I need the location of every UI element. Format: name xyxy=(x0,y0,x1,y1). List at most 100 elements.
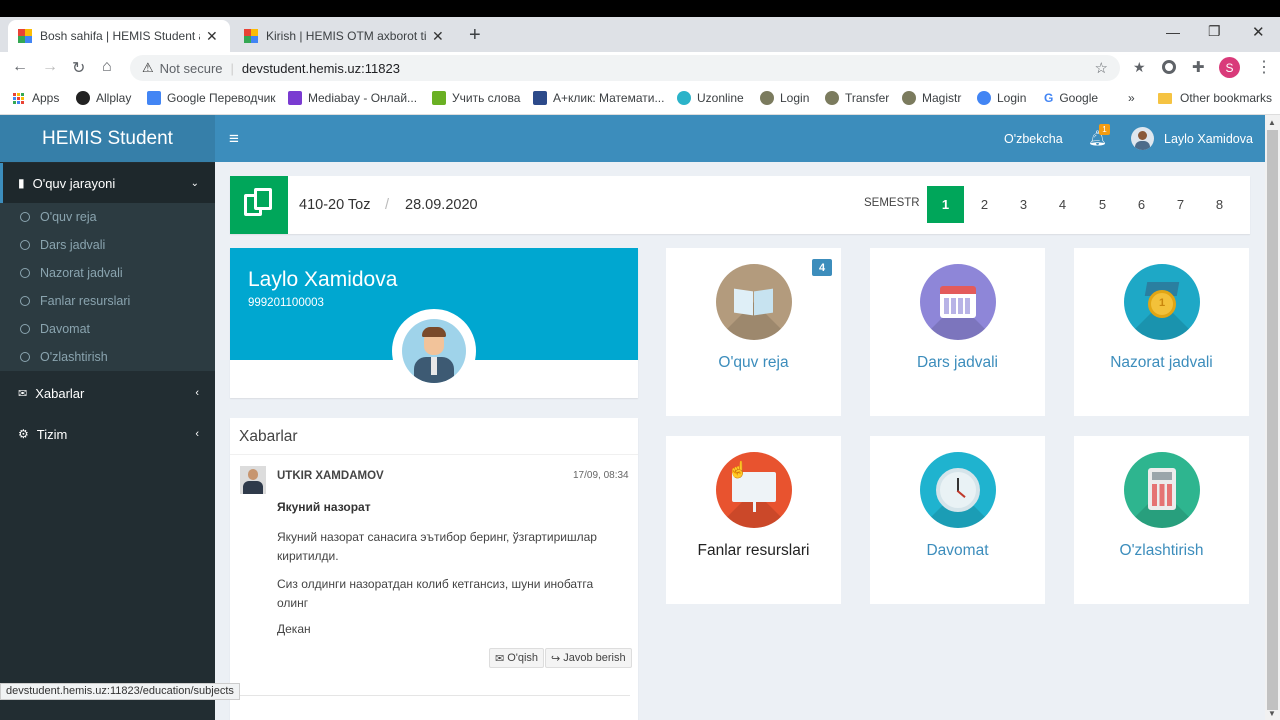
separator: / xyxy=(385,197,390,213)
other-bookmarks[interactable]: Other bookmarks xyxy=(1158,91,1272,105)
sidebar-item-tizim[interactable]: ⚙ Tizim ‹ xyxy=(0,414,215,454)
profile-avatar[interactable]: S xyxy=(1219,57,1240,78)
browser-tab-active[interactable]: Bosh sahifa | HEMIS Student axborot ✕ xyxy=(8,20,230,52)
semester-button-3[interactable]: 3 xyxy=(1005,186,1042,223)
minimize-icon[interactable]: — xyxy=(1166,24,1180,40)
semester-button-7[interactable]: 7 xyxy=(1162,186,1199,223)
sidebar-item-fanlar-resurslari[interactable]: Fanlar resurslari xyxy=(0,287,215,315)
sidebar-item-davomat[interactable]: Davomat xyxy=(0,315,215,343)
bookmark-uzonline[interactable]: Uzonline xyxy=(677,91,744,105)
semester-button-6[interactable]: 6 xyxy=(1123,186,1160,223)
bookmark-mediabay[interactable]: Mediabay - Онлай... xyxy=(288,91,417,105)
bookmark-allplay[interactable]: Allplay xyxy=(76,91,131,105)
sidebar-item-ozlashtirish[interactable]: O'zlashtirish xyxy=(0,343,215,371)
card-fanlar-resurslari[interactable]: Fanlar resurslari ☝ xyxy=(666,436,841,604)
bookmark-magistr[interactable]: Magistr xyxy=(902,91,961,105)
language-selector[interactable]: O'zbekcha xyxy=(1004,132,1063,146)
news-author[interactable]: UTKIR XAMDAMOV xyxy=(277,470,384,482)
page-scrollbar[interactable]: ▲ ▼ xyxy=(1265,115,1280,720)
home-icon[interactable]: ⌂ xyxy=(102,58,112,76)
bookmark-login[interactable]: Login xyxy=(760,91,809,105)
calendar-icon xyxy=(920,264,996,340)
date: 28.09.2020 xyxy=(405,197,478,213)
google-icon: G xyxy=(1044,91,1054,105)
button-label: Javob berish xyxy=(563,652,626,664)
close-tab-icon[interactable]: ✕ xyxy=(206,28,218,45)
semester-button-2[interactable]: 2 xyxy=(966,186,1003,223)
close-window-icon[interactable]: ✕ xyxy=(1252,23,1265,41)
restore-icon[interactable]: ❐ xyxy=(1208,23,1221,40)
card-badge: 4 xyxy=(812,259,832,276)
warning-icon: ⚠ xyxy=(142,60,154,75)
calculator-icon xyxy=(1124,452,1200,528)
bookmark-google[interactable]: G Google xyxy=(1044,91,1098,105)
reply-button[interactable]: ↪ Javob berish xyxy=(545,648,632,668)
user-name[interactable]: Laylo Xamidova xyxy=(1164,132,1253,146)
card-oquv-reja[interactable]: 4 O'quv reja xyxy=(666,248,841,416)
address-bar[interactable]: ⚠ Not secure | devstudent.hemis.uz:11823… xyxy=(130,55,1120,81)
scrollbar-thumb[interactable] xyxy=(1267,130,1278,710)
sidebar-item-xabarlar[interactable]: ✉ Xabarlar ‹ xyxy=(0,373,215,413)
bookmarks-overflow-icon[interactable]: » xyxy=(1128,91,1135,105)
hamburger-menu-icon[interactable]: ≡ xyxy=(229,129,239,149)
card-label: Nazorat jadvali xyxy=(1110,354,1213,371)
semester-button-5[interactable]: 5 xyxy=(1084,186,1121,223)
sidebar-item-label: O'zlashtirish xyxy=(40,350,108,364)
more-menu-icon[interactable]: ⋮ xyxy=(1256,57,1272,77)
bookmark-words[interactable]: Учить слова xyxy=(432,91,520,105)
star-icon[interactable]: ☆ xyxy=(1095,59,1108,77)
app-logo[interactable]: HEMIS Student xyxy=(0,115,215,162)
card-ozlashtirish[interactable]: O'zlashtirish xyxy=(1074,436,1249,604)
bookmark-translate[interactable]: Google Переводчик xyxy=(147,91,276,105)
chevron-left-icon: ‹ xyxy=(195,428,199,440)
bookmark-aklik[interactable]: A+клик: Математи... xyxy=(533,91,664,105)
mediabay-icon xyxy=(288,91,302,105)
card-dars-jadvali[interactable]: Dars jadvali xyxy=(870,248,1045,416)
reload-icon[interactable]: ↻ xyxy=(72,58,85,78)
book-icon: ▮ xyxy=(18,176,25,190)
semester-button-8[interactable]: 8 xyxy=(1201,186,1238,223)
close-tab-icon[interactable]: ✕ xyxy=(432,28,444,45)
sidebar-item-oquv-reja[interactable]: O'quv reja xyxy=(0,203,215,231)
bookmark-label: Google xyxy=(1059,91,1099,105)
gear-icon: ⚙ xyxy=(18,427,29,441)
url-text: devstudent.hemis.uz:11823 xyxy=(241,60,400,76)
bookmark-apps[interactable]: Apps xyxy=(13,91,59,105)
allplay-icon xyxy=(76,91,90,105)
reply-icon: ↪ xyxy=(551,652,561,665)
sidebar-item-label: Fanlar resurslari xyxy=(40,294,131,308)
card-label: O'zlashtirish xyxy=(1119,542,1204,559)
card-davomat[interactable]: Davomat xyxy=(870,436,1045,604)
circle-icon xyxy=(20,324,30,334)
sidebar-item-nazorat-jadvali[interactable]: Nazorat jadvali xyxy=(0,259,215,287)
card-nazorat-jadvali[interactable]: 1 Nazorat jadvali xyxy=(1074,248,1249,416)
scroll-up-icon[interactable]: ▲ xyxy=(1268,118,1276,127)
scroll-down-icon[interactable]: ▼ xyxy=(1268,709,1276,718)
news-body-2: Сиз олдинги назоратдан колиб кетгансиз, … xyxy=(277,577,594,610)
card-label: O'quv reja xyxy=(718,354,789,371)
user-avatar[interactable] xyxy=(1131,127,1154,150)
extension-icon[interactable] xyxy=(1162,60,1176,74)
divider: | xyxy=(230,60,234,76)
sidebar-item-label: Dars jadvali xyxy=(40,238,106,252)
info-bar: 410-20 Toz / 28.09.2020 SEMESTR 1 2 3 4 … xyxy=(230,176,1250,234)
bookmark-label: Google Переводчик xyxy=(167,91,276,105)
bookmark-label: Mediabay - Онлай... xyxy=(308,91,418,105)
back-icon[interactable]: ← xyxy=(12,58,28,76)
new-tab-icon[interactable]: + xyxy=(469,24,481,47)
bookmark-manager-icon[interactable]: ★ xyxy=(1133,59,1146,76)
browser-tab[interactable]: Kirish | HEMIS OTM axborot tizimi ✕ xyxy=(234,20,456,52)
sidebar-item-dars-jadvali[interactable]: Dars jadvali xyxy=(0,231,215,259)
puzzle-extensions-icon[interactable]: ✚ xyxy=(1192,58,1205,76)
bookmark-login-2[interactable]: Login xyxy=(977,91,1026,105)
aklik-icon xyxy=(533,91,547,105)
bookmark-transfer[interactable]: Transfer xyxy=(825,91,889,105)
semester-button-1[interactable]: 1 xyxy=(927,186,964,223)
semester-button-4[interactable]: 4 xyxy=(1044,186,1081,223)
read-button[interactable]: ✉ O'qish xyxy=(489,648,545,668)
profile-id: 999201100003 xyxy=(248,297,324,309)
circle-icon xyxy=(20,268,30,278)
sidebar-item-oquv-jarayoni[interactable]: ▮ O'quv jarayoni ⌄ xyxy=(0,163,215,203)
circle-icon xyxy=(20,352,30,362)
forward-icon[interactable]: → xyxy=(42,58,58,76)
